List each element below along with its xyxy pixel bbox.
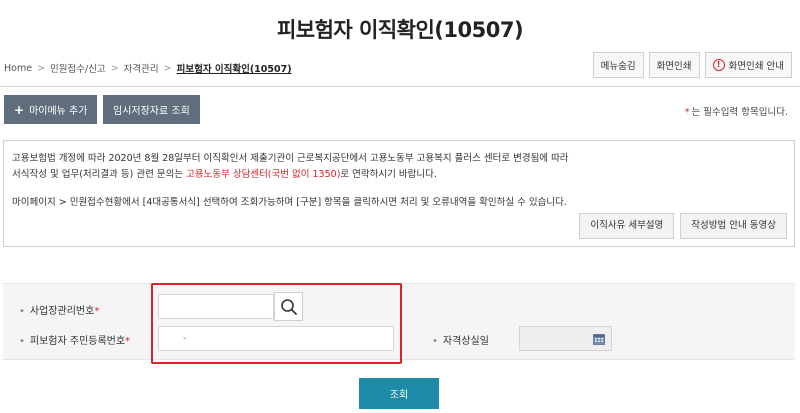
bullet: • (432, 336, 438, 347)
breadcrumb-separator: > (37, 62, 46, 74)
add-my-menu-button[interactable]: + 마이메뉴 추가 (4, 95, 98, 124)
info-gap (12, 183, 794, 195)
page-title: 피보험자 이직확인(10507) (276, 18, 524, 42)
print-guide-label: 화면인쇄 안내 (728, 61, 784, 72)
breadcrumb-qualification[interactable]: 자격관리 (124, 61, 159, 75)
temp-saved-button[interactable]: 임시저장자료 조회 (103, 95, 200, 124)
breadcrumb-separator: > (110, 62, 119, 74)
breadcrumb-home[interactable]: Home (4, 63, 32, 74)
required-star: * (94, 306, 100, 317)
required-star: * (684, 107, 690, 118)
resident-no-label-text: 피보험자 주민등록번호 (29, 336, 126, 347)
business-no-label: • 사업장관리번호* (19, 302, 99, 317)
required-note-text: 는 필수입력 항목입니다. (691, 107, 788, 118)
info-line-3: 마이페이지 > 민원접수현황에서 [4대공통서식] 선택하여 조회가능하며 [구… (12, 197, 567, 208)
calendar-icon[interactable] (593, 333, 605, 345)
info-line-2-suffix: 로 연락하시기 바랍니다. (340, 169, 437, 180)
alert-circle-icon: ! (712, 59, 725, 71)
business-no-label-text: 사업장관리번호 (29, 306, 95, 317)
info-line-2: 서식작성 및 업무(처리결과 등) 관련 문의는 고용노동부 상담센터(국번 없… (12, 167, 794, 183)
print-guide-button[interactable]: ! 화면인쇄 안내 (704, 52, 792, 78)
bullet: • (19, 306, 25, 317)
breadcrumb-current[interactable]: 피보험자 이직확인(10507) (177, 61, 292, 75)
breadcrumb-separator: > (163, 62, 172, 74)
guide-video-button[interactable]: 작성방법 안내 동영상 (680, 213, 787, 239)
loss-date-input[interactable] (519, 326, 612, 351)
bullet: • (19, 336, 25, 347)
loss-date-label: • 자격상실일 (432, 332, 489, 347)
highlight-box (151, 283, 402, 364)
search-submit-button[interactable]: 조회 (359, 378, 439, 409)
resident-no-label: • 피보험자 주민등록번호* (19, 332, 130, 347)
hide-menu-button[interactable]: 메뉴숨김 (592, 52, 644, 78)
add-my-menu-label: 마이메뉴 추가 (29, 106, 88, 117)
top-toolbar: 메뉴숨김 화면인쇄 ! 화면인쇄 안내 (592, 52, 792, 78)
loss-date-label-text: 자격상실일 (442, 336, 489, 347)
required-note: * 는 필수입력 항목입니다. (685, 104, 788, 118)
info-line-2-prefix: 서식작성 및 업무(처리결과 등) 관련 문의는 (12, 169, 187, 180)
header-divider (0, 86, 800, 87)
breadcrumb-petition[interactable]: 민원접수/신고 (50, 61, 106, 75)
info-buttons: 이직사유 세부설명 작성방법 안내 동영상 (579, 213, 787, 239)
reason-detail-button[interactable]: 이직사유 세부설명 (579, 213, 675, 239)
info-line-1: 고용보험법 개정에 따라 2020년 8월 28일부터 이직확인서 제출기관이 … (12, 153, 569, 164)
plus-icon: + (14, 102, 25, 117)
required-star: * (125, 336, 131, 347)
print-screen-button[interactable]: 화면인쇄 (648, 52, 700, 78)
info-box: 고용보험법 개정에 따라 2020년 8월 28일부터 이직확인서 제출기관이 … (3, 140, 795, 247)
info-line-2-highlight: 고용노동부 상담센터(국번 없이 1350) (186, 169, 341, 180)
breadcrumb: Home > 민원접수/신고 > 자격관리 > 피보험자 이직확인(10507) (4, 61, 292, 76)
